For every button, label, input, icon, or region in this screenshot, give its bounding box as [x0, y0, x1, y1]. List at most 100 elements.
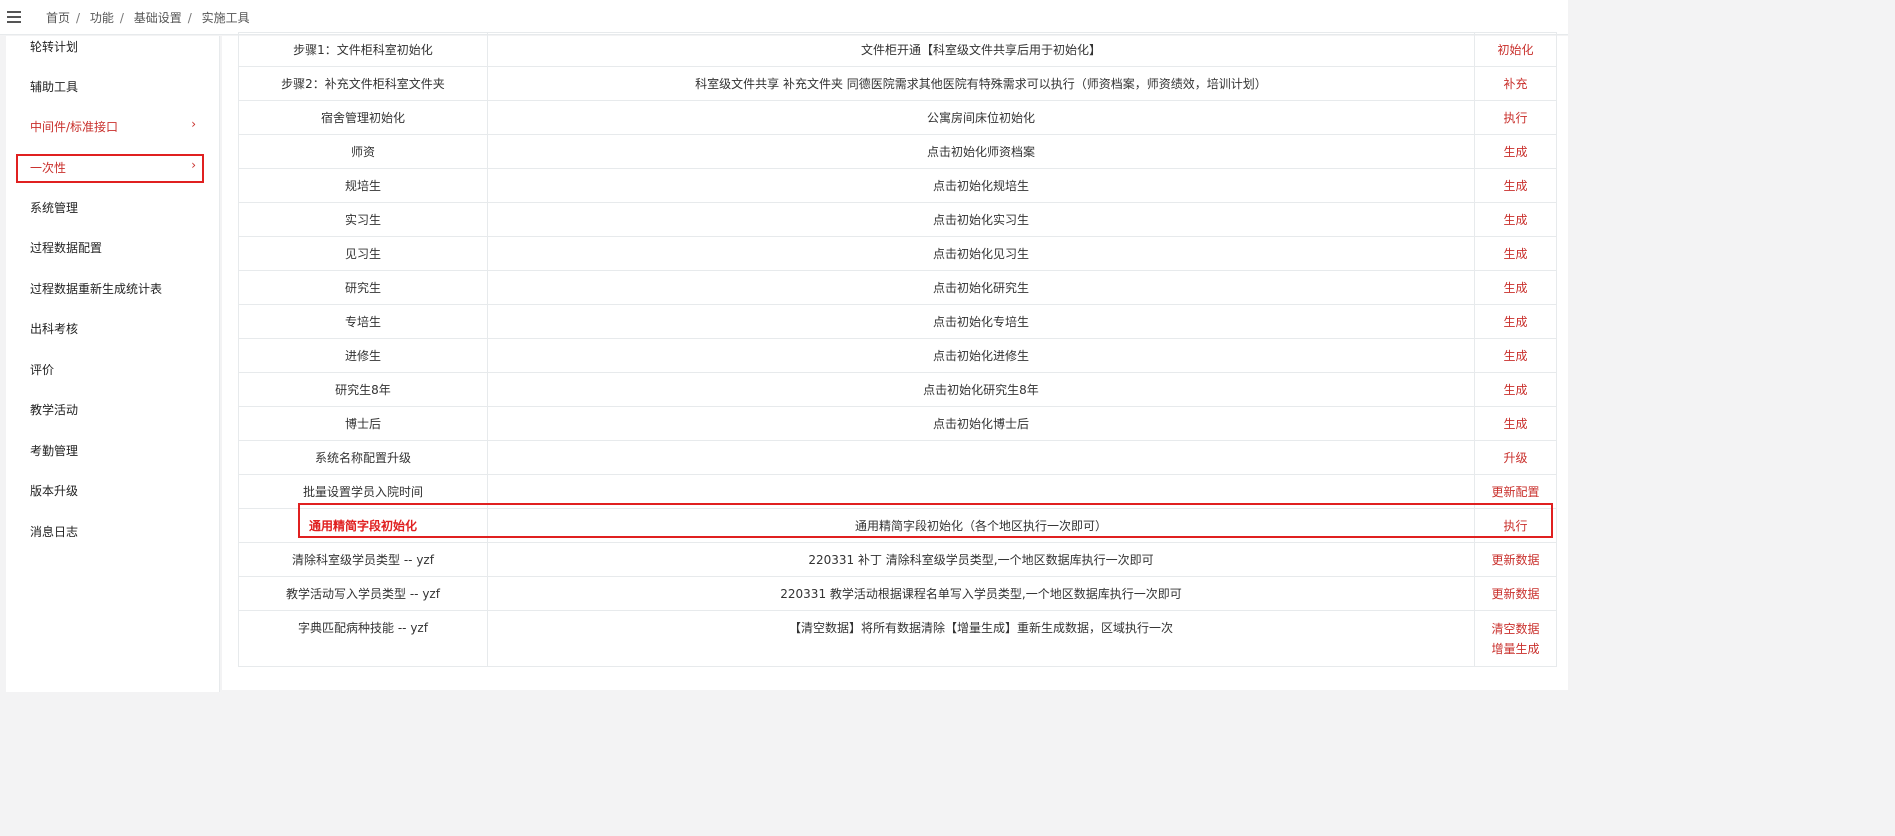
table-row: 博士后 点击初始化博士后 生成 [238, 406, 1557, 441]
table-row: 系统名称配置升级 升级 [238, 440, 1557, 475]
chevron-right-icon: › [191, 158, 196, 172]
action-supplement-link[interactable]: 补充 [1479, 74, 1552, 94]
row-name: 通用精简字段初始化 [238, 508, 488, 543]
table-row: 专培生 点击初始化专培生 生成 [238, 304, 1557, 339]
sidebar-item-exit-exam[interactable]: 出科考核 [30, 320, 210, 338]
action-initialize-link[interactable]: 初始化 [1479, 40, 1552, 60]
table-row: 宿舍管理初始化 公寓房间床位初始化 执行 [238, 100, 1557, 135]
action-execute-link[interactable]: 执行 [1479, 516, 1552, 536]
action-generate-link[interactable]: 生成 [1479, 414, 1552, 434]
action-update-data-link[interactable]: 更新数据 [1479, 584, 1552, 604]
action-generate-link[interactable]: 生成 [1479, 380, 1552, 400]
row-description: 点击初始化博士后 [487, 406, 1475, 441]
sidebar-item-one-time[interactable]: 一次性 › [30, 158, 210, 177]
sidebar: 轮转计划 辅助工具 中间件/标准接口 › 一次性 › 系统管理 过程数据配置 过… [6, 36, 220, 692]
action-generate-link[interactable]: 生成 [1479, 346, 1552, 366]
action-clear-data-link[interactable]: 清空数据 [1479, 619, 1552, 639]
table-row: 步骤2：补充文件柜科室文件夹 科室级文件共享 补充文件夹 同德医院需求其他医院有… [238, 66, 1557, 101]
sidebar-item-aux-tools[interactable]: 辅助工具 [30, 78, 210, 96]
table-row: 通用精简字段初始化 通用精简字段初始化（各个地区执行一次即可） 执行 [238, 508, 1557, 543]
sidebar-item-regenerate-stats[interactable]: 过程数据重新生成统计表 [30, 280, 210, 298]
tools-table: 步骤1：文件柜科室初始化 文件柜开通【科室级文件共享后用于初始化】 初始化 步骤… [238, 32, 1557, 667]
row-description: 公寓房间床位初始化 [487, 100, 1475, 135]
sidebar-item-label: 中间件/标准接口 [30, 120, 119, 134]
table-row: 研究生 点击初始化研究生 生成 [238, 270, 1557, 305]
row-description: 文件柜开通【科室级文件共享后用于初始化】 [487, 32, 1475, 67]
row-description: 科室级文件共享 补充文件夹 同德医院需求其他医院有特殊需求可以执行（师资档案，师… [487, 66, 1475, 101]
table-row: 师资 点击初始化师资档案 生成 [238, 134, 1557, 169]
sidebar-item-message-log[interactable]: 消息日志 [30, 523, 210, 541]
sidebar-item-middleware[interactable]: 中间件/标准接口 › [30, 117, 210, 136]
row-name: 规培生 [238, 168, 488, 203]
sidebar-item-evaluation[interactable]: 评价 [30, 361, 210, 379]
table-row: 进修生 点击初始化进修生 生成 [238, 338, 1557, 373]
row-description: 220331 补丁 清除科室级学员类型,一个地区数据库执行一次即可 [487, 542, 1475, 577]
row-name: 字典匹配病种技能 -- yzf [238, 610, 488, 667]
action-incremental-generate-link[interactable]: 增量生成 [1479, 639, 1552, 659]
breadcrumb-basic-settings[interactable]: 基础设置 [134, 11, 182, 25]
row-name: 师资 [238, 134, 488, 169]
table-row: 实习生 点击初始化实习生 生成 [238, 202, 1557, 237]
table-row: 见习生 点击初始化见习生 生成 [238, 236, 1557, 271]
action-generate-link[interactable]: 生成 [1479, 312, 1552, 332]
row-name: 教学活动写入学员类型 -- yzf [238, 576, 488, 611]
row-description: 点击初始化见习生 [487, 236, 1475, 271]
row-name: 步骤1：文件柜科室初始化 [238, 32, 488, 67]
row-name: 步骤2：补充文件柜科室文件夹 [238, 66, 488, 101]
row-name: 批量设置学员入院时间 [238, 474, 488, 509]
row-description [487, 474, 1475, 509]
row-name: 专培生 [238, 304, 488, 339]
sidebar-item-rotation-plan[interactable]: 轮转计划 [30, 38, 210, 56]
row-description: 点击初始化专培生 [487, 304, 1475, 339]
row-name: 博士后 [238, 406, 488, 441]
row-name: 清除科室级学员类型 -- yzf [238, 542, 488, 577]
row-description: 点击初始化师资档案 [487, 134, 1475, 169]
action-generate-link[interactable]: 生成 [1479, 142, 1552, 162]
action-update-data-link[interactable]: 更新数据 [1479, 550, 1552, 570]
table-row: 步骤1：文件柜科室初始化 文件柜开通【科室级文件共享后用于初始化】 初始化 [238, 32, 1557, 67]
row-name: 进修生 [238, 338, 488, 373]
sidebar-item-version-upgrade[interactable]: 版本升级 [30, 482, 210, 500]
row-description: 点击初始化规培生 [487, 168, 1475, 203]
action-generate-link[interactable]: 生成 [1479, 210, 1552, 230]
chevron-right-icon: › [191, 117, 196, 131]
main-content: 步骤1：文件柜科室初始化 文件柜开通【科室级文件共享后用于初始化】 初始化 步骤… [222, 32, 1568, 692]
sidebar-item-process-data-config[interactable]: 过程数据配置 [30, 239, 210, 257]
sidebar-item-system-management[interactable]: 系统管理 [30, 199, 210, 217]
row-name: 见习生 [238, 236, 488, 271]
breadcrumb-home[interactable]: 首页 [46, 11, 70, 25]
row-name: 实习生 [238, 202, 488, 237]
table-row: 规培生 点击初始化规培生 生成 [238, 168, 1557, 203]
table-row: 批量设置学员入院时间 更新配置 [238, 474, 1557, 509]
breadcrumb: 首页 / 功能 / 基础设置 / 实施工具 [46, 11, 250, 25]
sidebar-item-teaching-activity[interactable]: 教学活动 [30, 401, 210, 419]
row-description: 【清空数据】将所有数据清除【增量生成】重新生成数据，区域执行一次 [487, 610, 1475, 667]
top-bar: 首页 / 功能 / 基础设置 / 实施工具 [0, 0, 1568, 35]
table-row: 研究生8年 点击初始化研究生8年 生成 [238, 372, 1557, 407]
table-row: 字典匹配病种技能 -- yzf 【清空数据】将所有数据清除【增量生成】重新生成数… [238, 610, 1557, 667]
sidebar-item-attendance[interactable]: 考勤管理 [30, 442, 210, 460]
row-name: 宿舍管理初始化 [238, 100, 488, 135]
action-update-config-link[interactable]: 更新配置 [1479, 482, 1552, 502]
row-description: 点击初始化进修生 [487, 338, 1475, 373]
hamburger-menu-icon[interactable] [4, 6, 26, 28]
breadcrumb-function[interactable]: 功能 [90, 11, 114, 25]
row-description: 通用精简字段初始化（各个地区执行一次即可） [487, 508, 1475, 543]
row-name: 系统名称配置升级 [238, 440, 488, 475]
action-generate-link[interactable]: 生成 [1479, 176, 1552, 196]
action-generate-link[interactable]: 生成 [1479, 244, 1552, 264]
row-description: 点击初始化研究生 [487, 270, 1475, 305]
row-description [487, 440, 1475, 475]
row-name: 研究生 [238, 270, 488, 305]
breadcrumb-implementation-tools: 实施工具 [201, 11, 250, 25]
action-generate-link[interactable]: 生成 [1479, 278, 1552, 298]
row-description: 220331 教学活动根据课程名单写入学员类型,一个地区数据库执行一次即可 [487, 576, 1475, 611]
row-name: 研究生8年 [238, 372, 488, 407]
row-description: 点击初始化实习生 [487, 202, 1475, 237]
table-row: 教学活动写入学员类型 -- yzf 220331 教学活动根据课程名单写入学员类… [238, 576, 1557, 611]
row-description: 点击初始化研究生8年 [487, 372, 1475, 407]
content-bottom-edge [222, 690, 1568, 692]
action-execute-link[interactable]: 执行 [1479, 108, 1552, 128]
action-upgrade-link[interactable]: 升级 [1479, 448, 1552, 468]
sidebar-item-label: 一次性 [30, 161, 67, 175]
